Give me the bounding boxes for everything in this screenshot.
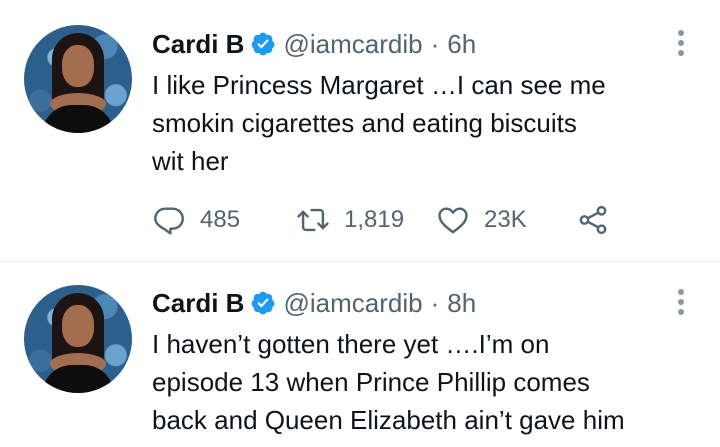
more-options-button[interactable] xyxy=(671,287,691,317)
timestamp[interactable]: 6h xyxy=(447,26,476,62)
tweet[interactable]: Cardi B @iamcardib · 6h I like Princess … xyxy=(0,0,720,262)
tweet-text: I like Princess Margaret …I can see me s… xyxy=(152,70,606,176)
retweet-icon xyxy=(297,208,329,232)
separator-dot: · xyxy=(430,29,440,59)
handle[interactable]: @iamcardib xyxy=(283,285,422,321)
verified-badge-icon xyxy=(252,291,275,315)
like-button[interactable]: 23K xyxy=(436,200,527,240)
reply-count: 485 xyxy=(200,206,241,233)
timestamp[interactable]: 8h xyxy=(447,285,476,321)
share-icon xyxy=(579,205,607,235)
more-vertical-icon xyxy=(678,289,684,295)
separator-dot: · xyxy=(430,288,440,318)
tweet-text: I haven’t gotten there yet ….I’m on epis… xyxy=(152,329,625,435)
avatar[interactable] xyxy=(24,285,132,393)
display-name[interactable]: Cardi B xyxy=(152,285,244,321)
retweet-button[interactable]: 1,819 xyxy=(296,200,404,240)
tweet-header: Cardi B @iamcardib · 6h xyxy=(152,26,476,62)
tweet-divider xyxy=(0,261,720,262)
more-options-button[interactable] xyxy=(671,28,691,58)
display-name[interactable]: Cardi B xyxy=(152,26,244,62)
more-vertical-icon xyxy=(678,30,684,36)
heart-icon xyxy=(438,207,468,234)
verified-badge-icon xyxy=(252,32,275,56)
tweet-actions: 485 1,819 23K xyxy=(152,200,712,240)
reply-icon xyxy=(154,207,184,235)
like-count: 23K xyxy=(484,206,527,233)
avatar[interactable] xyxy=(24,25,132,133)
tweet[interactable]: Cardi B @iamcardib · 8h I haven’t gotten… xyxy=(0,263,720,447)
reply-button[interactable]: 485 xyxy=(152,200,240,240)
handle[interactable]: @iamcardib xyxy=(283,26,422,62)
tweet-header: Cardi B @iamcardib · 8h xyxy=(152,285,476,321)
share-button[interactable] xyxy=(576,200,610,240)
retweet-count: 1,819 xyxy=(344,206,405,233)
